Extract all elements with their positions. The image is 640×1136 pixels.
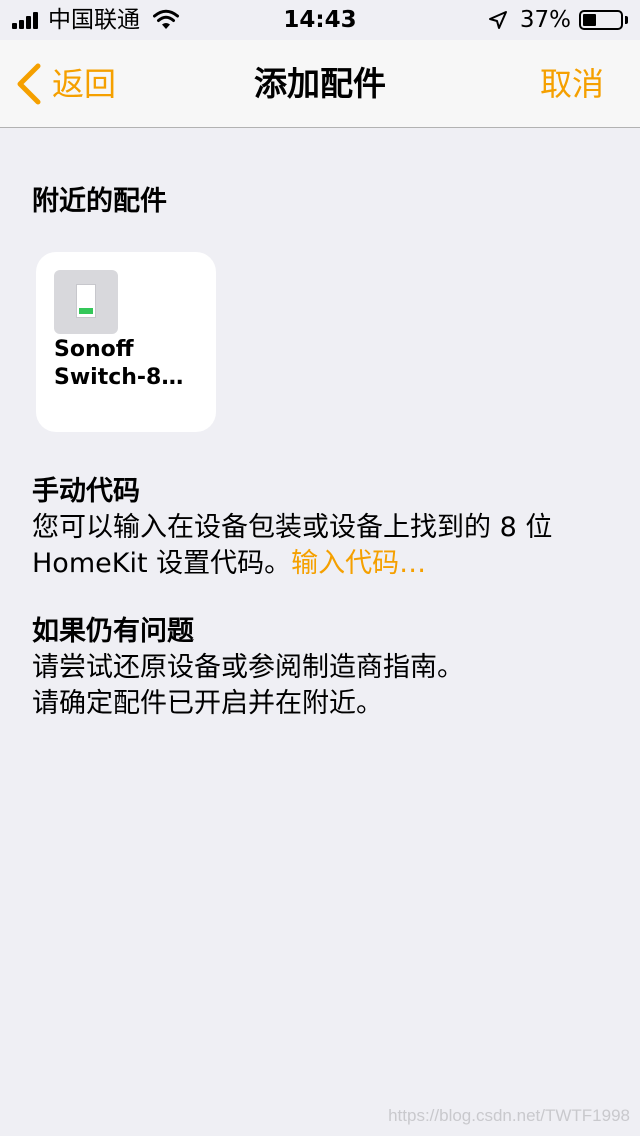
enter-code-link[interactable]: 输入代码… — [291, 548, 426, 579]
nearby-accessories-header: 附近的配件 — [32, 186, 167, 217]
switch-body — [76, 284, 96, 318]
cancel-button[interactable]: 取消 — [540, 60, 604, 108]
accessory-tile[interactable]: Sonoff Switch-8… — [36, 252, 216, 432]
switch-led — [79, 308, 93, 314]
troubleshooting-line-1: 请尝试还原设备或参阅制造商指南。 — [32, 652, 464, 683]
navigation-bar: 返回 添加配件 取消 — [0, 40, 640, 128]
location-arrow-icon — [488, 11, 507, 29]
status-right: 37% — [488, 6, 628, 34]
switch-icon — [54, 270, 118, 334]
battery-fill — [583, 14, 596, 26]
troubleshooting-line-2: 请确定配件已开启并在附近。 — [32, 688, 383, 719]
watermark: https://blog.csdn.net/TWTF1998 — [388, 1106, 630, 1125]
status-bar: 中国联通 14:43 37% — [0, 0, 640, 40]
battery-icon — [579, 10, 623, 30]
troubleshooting-header: 如果仍有问题 — [32, 616, 194, 647]
manual-code-description: 您可以输入在设备包装或设备上找到的 8 位 HomeKit 设置代码。输入代码… — [32, 510, 612, 582]
accessory-name: Sonoff Switch-8… — [54, 337, 184, 390]
manual-code-header: 手动代码 — [32, 476, 140, 507]
battery-cap — [625, 16, 628, 24]
battery-percent: 37% — [519, 7, 571, 33]
